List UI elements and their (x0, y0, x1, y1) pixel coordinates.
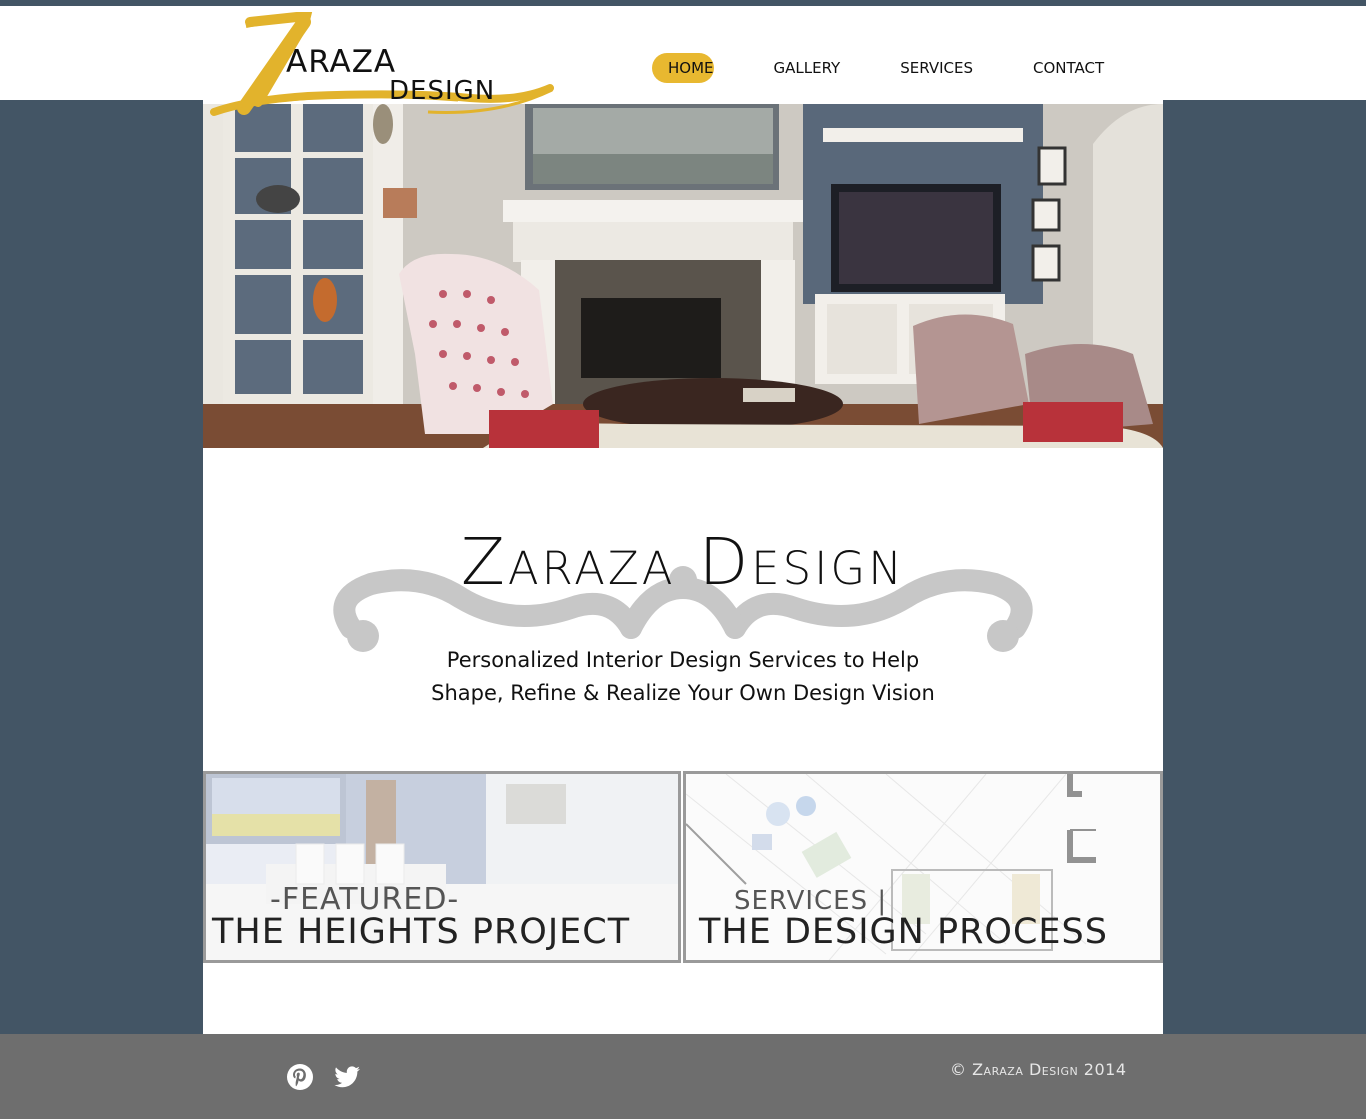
site-header: HOME GALLERY SERVICES CONTACT (0, 6, 1366, 100)
nav-gallery[interactable]: GALLERY (758, 53, 857, 83)
main-nav: HOME GALLERY SERVICES CONTACT (652, 52, 1120, 84)
tagline: Personalized Interior Design Services to… (203, 644, 1163, 710)
copyright-text: © Zaraza Design 2014 (950, 1060, 1127, 1079)
main-content: Zaraza Design Personalized Interior Desi… (203, 100, 1163, 1034)
logo-text-araza: ARAZA (286, 44, 397, 80)
intro-section: Zaraza Design Personalized Interior Desi… (203, 448, 1163, 770)
hero-image-illustration (203, 104, 1163, 448)
pinterest-icon[interactable] (286, 1063, 314, 1091)
featured-heading: THE HEIGHTS PROJECT (212, 912, 631, 952)
design-process-tile[interactable]: SERVICES | THE DESIGN PROCESS (683, 771, 1163, 963)
tagline-line-2: Shape, Refine & Realize Your Own Design … (431, 681, 935, 705)
nav-contact[interactable]: CONTACT (1017, 53, 1120, 83)
nav-home[interactable]: HOME (652, 53, 714, 83)
site-title: Zaraza Design (461, 526, 905, 600)
process-heading: THE DESIGN PROCESS (699, 912, 1108, 952)
tagline-line-1: Personalized Interior Design Services to… (446, 648, 920, 672)
nav-services[interactable]: SERVICES (884, 53, 989, 83)
logo-text-design: DESIGN (389, 76, 496, 106)
site-logo[interactable]: ARAZA DESIGN (208, 12, 558, 124)
hero-living-room-photo (203, 104, 1163, 448)
twitter-icon[interactable] (333, 1064, 361, 1092)
featured-project-tile[interactable]: -FEATURED- THE HEIGHTS PROJECT (203, 771, 681, 963)
site-footer: © Zaraza Design 2014 (0, 1034, 1366, 1119)
